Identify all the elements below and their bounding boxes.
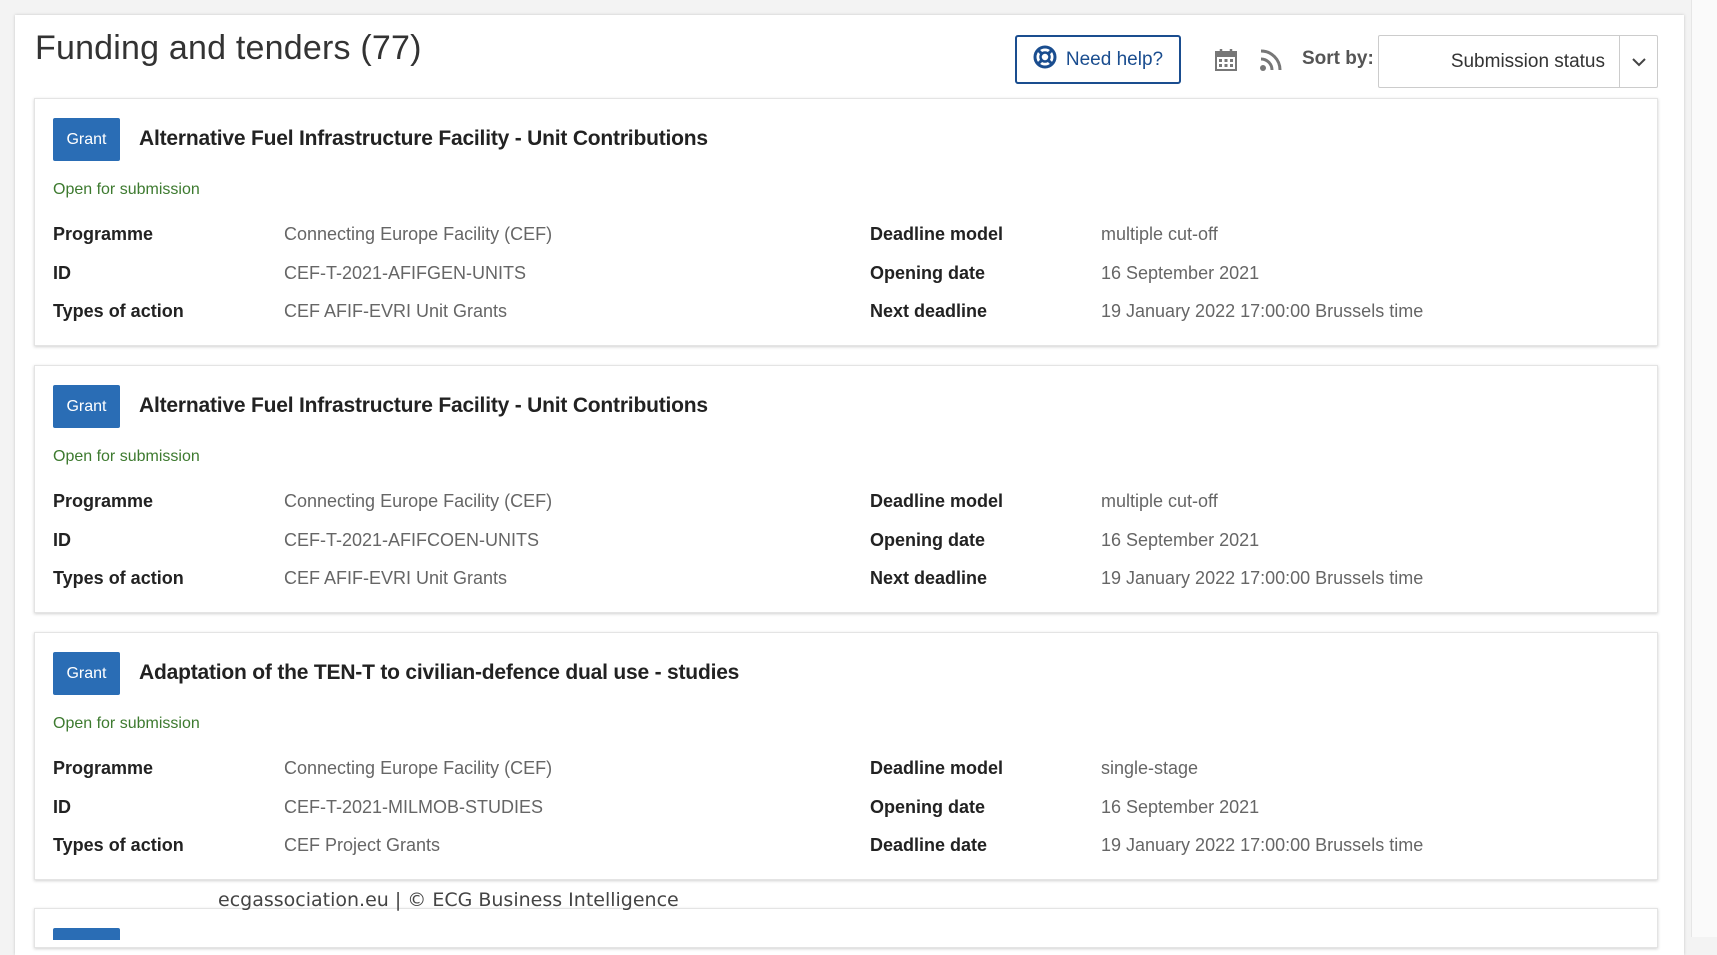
types-of-action-value: CEF AFIF-EVRI Unit Grants xyxy=(284,568,508,588)
type-badge: Grant xyxy=(53,118,120,161)
results-panel: Funding and tenders (77) Need help? Sort… xyxy=(15,15,1684,955)
opening-date-label: Opening date xyxy=(870,263,986,283)
types-of-action-value: CEF Project Grants xyxy=(284,835,441,855)
watermark-caption: ecgassociation.eu | © ECG Business Intel… xyxy=(218,889,679,911)
types-of-action-value: CEF AFIF-EVRI Unit Grants xyxy=(284,301,508,321)
id-label: ID xyxy=(53,263,71,283)
rss-icon[interactable] xyxy=(1259,48,1283,72)
deadline-label: Next deadline xyxy=(870,568,988,588)
programme-value: Connecting Europe Facility (CEF) xyxy=(284,491,553,511)
programme-label: Programme xyxy=(53,224,154,244)
type-badge: Grant xyxy=(53,652,120,695)
programme-value: Connecting Europe Facility (CEF) xyxy=(284,758,553,778)
result-title-link[interactable]: Alternative Fuel Infrastructure Facility… xyxy=(139,127,708,151)
types-of-action-label: Types of action xyxy=(53,835,184,855)
opening-date-value: 16 September 2021 xyxy=(1101,263,1260,283)
type-badge: Grant xyxy=(53,385,120,428)
opening-date-value: 16 September 2021 xyxy=(1101,530,1260,550)
result-card-partial[interactable] xyxy=(34,908,1658,948)
calendar-icon[interactable] xyxy=(1214,48,1238,72)
page-title: Funding and tenders (77) xyxy=(35,29,422,67)
deadline-label: Next deadline xyxy=(870,301,988,321)
opening-date-label: Opening date xyxy=(870,797,986,817)
need-help-label: Need help? xyxy=(1065,48,1164,70)
need-help-button[interactable]: Need help? xyxy=(1015,35,1181,84)
programme-value: Connecting Europe Facility (CEF) xyxy=(284,224,553,244)
page-scrollbar[interactable] xyxy=(1691,0,1717,937)
id-value: CEF-T-2021-AFIFGEN-UNITS xyxy=(284,263,527,283)
result-title-link[interactable]: Adaptation of the TEN-T to civilian-defe… xyxy=(139,661,739,685)
opening-date-label: Opening date xyxy=(870,530,986,550)
chevron-down-icon[interactable] xyxy=(1619,36,1657,87)
id-label: ID xyxy=(53,530,71,550)
status-label: Open for submission xyxy=(53,715,200,732)
type-badge-partial xyxy=(53,928,120,940)
programme-label: Programme xyxy=(53,491,154,511)
id-label: ID xyxy=(53,797,71,817)
deadline-model-value: multiple cut-off xyxy=(1101,491,1218,511)
deadline-model-value: multiple cut-off xyxy=(1101,224,1218,244)
deadline-model-label: Deadline model xyxy=(870,758,1004,778)
deadline-value: 19 January 2022 17:00:00 Brussels time xyxy=(1101,568,1424,588)
result-card[interactable]: Grant Alternative Fuel Infrastructure Fa… xyxy=(34,365,1658,613)
status-label: Open for submission xyxy=(53,181,200,198)
types-of-action-label: Types of action xyxy=(53,301,184,321)
deadline-value: 19 January 2022 17:00:00 Brussels time xyxy=(1101,835,1424,855)
deadline-model-label: Deadline model xyxy=(870,491,1004,511)
status-label: Open for submission xyxy=(53,448,200,465)
result-card[interactable]: Grant Alternative Fuel Infrastructure Fa… xyxy=(34,98,1658,346)
result-card[interactable]: Grant Adaptation of the TEN-T to civilia… xyxy=(34,632,1658,880)
sort-select[interactable]: Submission status xyxy=(1378,35,1658,88)
types-of-action-label: Types of action xyxy=(53,568,184,588)
sort-selected-value: Submission status xyxy=(1450,50,1605,72)
deadline-model-label: Deadline model xyxy=(870,224,1004,244)
deadline-model-value: single-stage xyxy=(1101,758,1199,778)
programme-label: Programme xyxy=(53,758,154,778)
deadline-value: 19 January 2022 17:00:00 Brussels time xyxy=(1101,301,1424,321)
id-value: CEF-T-2021-AFIFCOEN-UNITS xyxy=(284,530,540,550)
deadline-label: Deadline date xyxy=(870,835,988,855)
opening-date-value: 16 September 2021 xyxy=(1101,797,1260,817)
sort-label: Sort by: xyxy=(1302,48,1374,69)
lifebuoy-icon xyxy=(1033,45,1057,75)
result-title-link[interactable]: Alternative Fuel Infrastructure Facility… xyxy=(139,394,708,418)
id-value: CEF-T-2021-MILMOB-STUDIES xyxy=(284,797,544,817)
